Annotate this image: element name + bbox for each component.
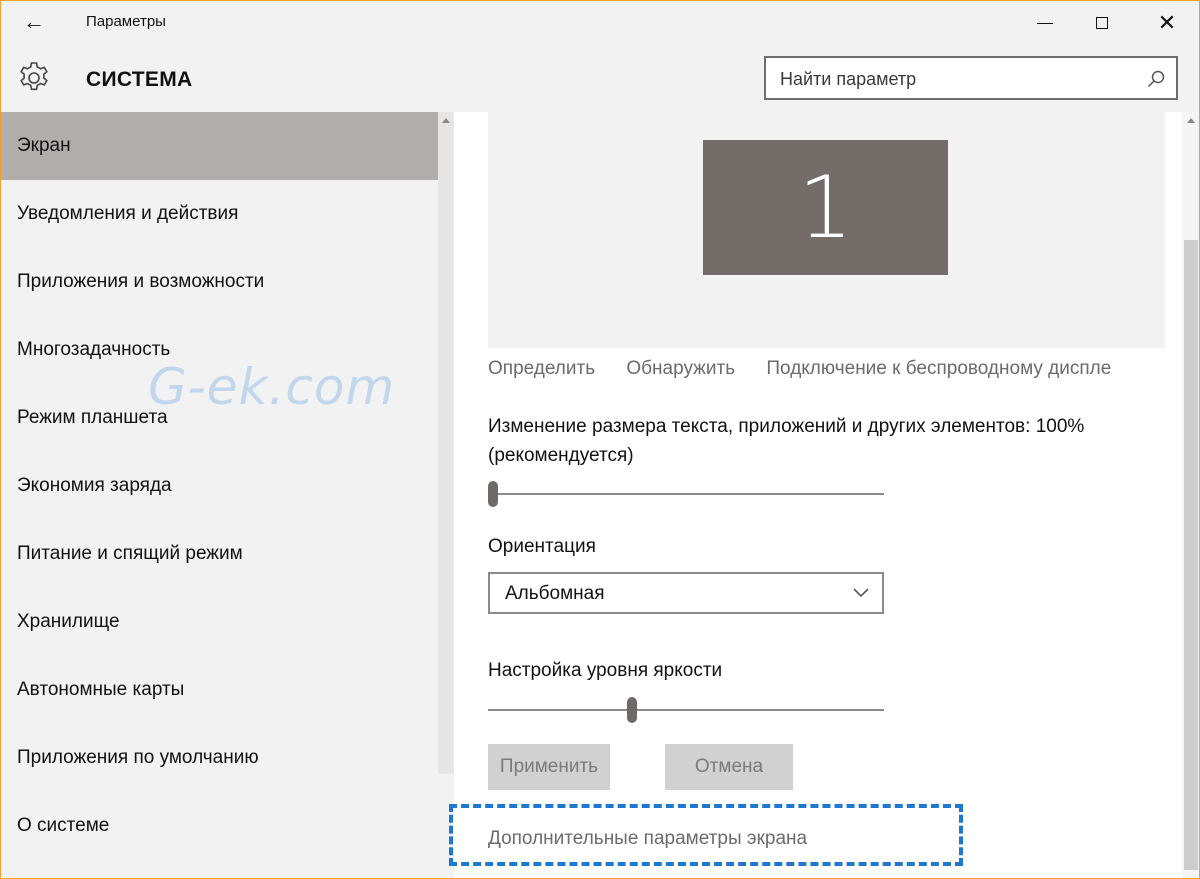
sidebar-item-battery-saver[interactable]: Экономия заряда: [0, 452, 438, 520]
window-title: Параметры: [86, 13, 166, 30]
gear-icon: [20, 62, 48, 91]
title-bar: ← Параметры ✕: [0, 0, 1200, 46]
slider-thumb[interactable]: [488, 481, 498, 507]
sidebar-item-label: Питание и спящий режим: [17, 543, 243, 564]
sidebar-item-label: О системе: [17, 815, 110, 836]
monitor-tile[interactable]: 1: [703, 140, 948, 275]
sidebar-item-label: Режим планшета: [17, 407, 168, 428]
back-button[interactable]: ←: [14, 6, 54, 38]
arrow-left-icon: ←: [23, 9, 45, 34]
sidebar-item-about[interactable]: О системе: [0, 792, 438, 860]
sidebar-item-power-sleep[interactable]: Питание и спящий режим: [0, 520, 438, 588]
sidebar-item-label: Приложения по умолчанию: [17, 747, 259, 768]
brightness-slider[interactable]: [488, 692, 884, 728]
detect-link[interactable]: Обнаружить: [626, 358, 735, 379]
sidebar-item-label: Экономия заряда: [17, 475, 172, 496]
display-settings-panel: 1 Определить Обнаружить Подключение к бе…: [449, 112, 1200, 879]
scale-label: Изменение размера текста, приложений и д…: [488, 416, 1085, 466]
sidebar-item-multitasking[interactable]: Многозадачность: [0, 316, 438, 384]
sidebar: Экран Уведомления и действия Приложения …: [0, 112, 438, 879]
sidebar-item-notifications[interactable]: Уведомления и действия: [0, 180, 438, 248]
orientation-dropdown[interactable]: Альбомная: [488, 572, 884, 614]
identify-link[interactable]: Определить: [488, 358, 595, 379]
search-icon[interactable]: [1146, 69, 1166, 89]
maximize-button[interactable]: [1073, 0, 1131, 46]
scrollbar-thumb[interactable]: [1184, 240, 1198, 870]
sidebar-scrollbar[interactable]: [438, 112, 454, 774]
cancel-button[interactable]: Отмена: [665, 744, 793, 790]
sidebar-item-apps[interactable]: Приложения и возможности: [0, 248, 438, 316]
display-links: Определить Обнаружить Подключение к бесп…: [488, 358, 1168, 388]
advanced-display-settings-link[interactable]: Дополнительные параметры экрана: [488, 828, 807, 850]
close-button[interactable]: ✕: [1138, 0, 1196, 46]
orientation-label: Ориентация: [488, 536, 596, 557]
sidebar-item-label: Хранилище: [17, 611, 120, 632]
wireless-display-link[interactable]: Подключение к беспроводному диспле: [766, 358, 1111, 379]
search-box[interactable]: [764, 56, 1178, 100]
search-input[interactable]: [780, 67, 1140, 91]
scroll-up-icon[interactable]: [442, 118, 450, 123]
monitor-number: 1: [798, 157, 853, 258]
orientation-value: Альбомная: [505, 583, 605, 604]
brightness-label: Настройка уровня яркости: [488, 660, 723, 681]
maximize-icon: [1096, 17, 1108, 29]
chevron-down-icon: [853, 588, 869, 598]
header: СИСТЕМА: [0, 46, 1200, 112]
sidebar-item-label: Многозадачность: [17, 339, 171, 360]
apply-button[interactable]: Применить: [488, 744, 610, 790]
sidebar-item-offline-maps[interactable]: Автономные карты: [0, 656, 438, 724]
sidebar-item-label: Автономные карты: [17, 679, 185, 700]
sidebar-item-display[interactable]: Экран: [0, 112, 438, 180]
content-scrollbar[interactable]: [1182, 112, 1200, 879]
minimize-icon: [1037, 22, 1053, 24]
sidebar-item-label: Приложения и возможности: [17, 271, 265, 292]
sidebar-item-storage[interactable]: Хранилище: [0, 588, 438, 656]
sidebar-item-label: Уведомления и действия: [17, 203, 239, 224]
sidebar-item-tablet-mode[interactable]: Режим планшета: [0, 384, 438, 452]
slider-thumb[interactable]: [626, 697, 637, 723]
page-title: СИСТЕМА: [86, 68, 193, 91]
minimize-button[interactable]: [1016, 0, 1074, 46]
display-preview: 1: [488, 112, 1165, 348]
slider-track: [488, 709, 884, 711]
scroll-up-icon[interactable]: [1187, 118, 1195, 123]
sidebar-item-default-apps[interactable]: Приложения по умолчанию: [0, 724, 438, 792]
scale-slider[interactable]: [488, 476, 884, 512]
close-icon: ✕: [1157, 10, 1177, 35]
slider-track: [488, 493, 884, 495]
sidebar-item-label: Экран: [17, 135, 71, 156]
